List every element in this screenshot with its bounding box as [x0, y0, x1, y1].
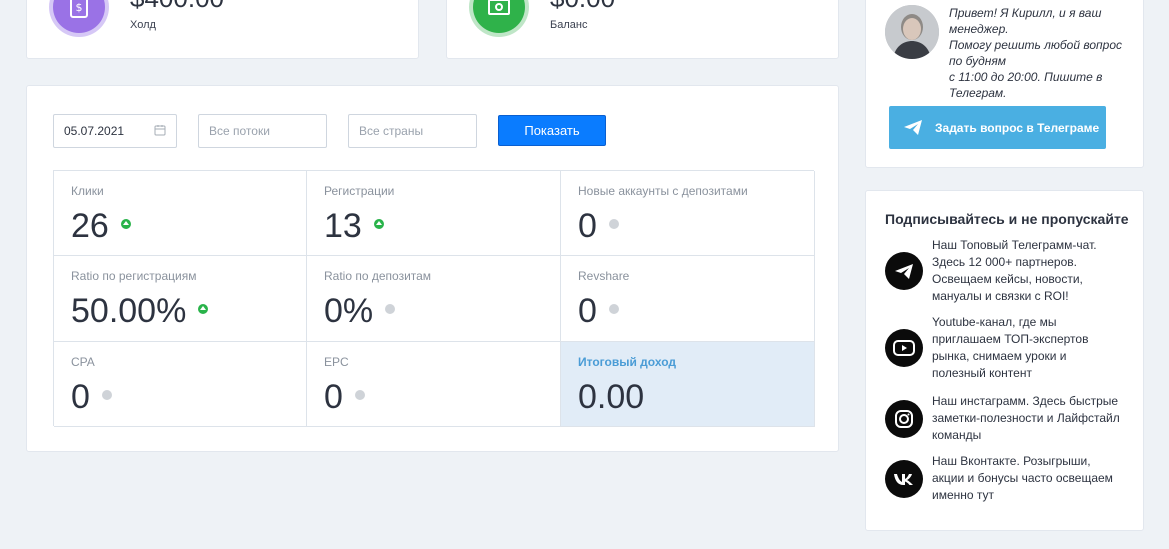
subscribe-line: команды: [932, 428, 982, 442]
stat-cell-revshare: Revshare 0: [561, 256, 815, 342]
stat-cell-registrations: Регистрации 13: [307, 171, 561, 256]
stat-label: Регистрации: [324, 184, 395, 198]
stat-label: Новые аккаунты с депозитами: [578, 184, 748, 198]
stat-label: Итоговый доход: [578, 355, 676, 369]
subscribe-line: заметки-полезности и Лайфстайл: [932, 411, 1120, 425]
subscribe-line: рынка, снимаем уроки и: [932, 349, 1067, 363]
telegram-icon: [904, 120, 922, 135]
manager-line: по будням: [949, 54, 1006, 68]
subscribe-line: Наш Топовый Телеграмм-чат.: [932, 238, 1097, 252]
calendar-icon: [154, 124, 166, 139]
stat-cell-new-deposit-accounts: Новые аккаунты с депозитами 0: [561, 171, 815, 256]
subscribe-line: Youtube-канал, где мы: [932, 315, 1057, 329]
stat-value: 0: [71, 378, 90, 416]
stat-value: 26: [71, 207, 109, 245]
balance-label: Баланс: [550, 19, 588, 31]
hold-value: $400.00: [130, 0, 224, 11]
ask-telegram-label: Задать вопрос в Телеграме: [935, 120, 1100, 135]
telegram-icon: [885, 252, 923, 290]
subscribe-line: полезный контент: [932, 366, 1032, 380]
stat-value: 13: [324, 207, 362, 245]
subscribe-text: Наш Топовый Телеграмм-чат. Здесь 12 000+…: [932, 237, 1097, 305]
hold-label: Холд: [130, 19, 156, 31]
stat-cell-total-income: Итоговый доход 0.00: [561, 342, 815, 427]
stat-cell-epc: EPC 0: [307, 342, 561, 427]
stat-cell-deposit-ratio: Ratio по депозитам 0%: [307, 256, 561, 342]
trend-up-icon: [120, 219, 131, 229]
stat-label: CPA: [71, 355, 95, 369]
date-value: 05.07.2021: [64, 124, 125, 138]
subscribe-card: Подписывайтесь и не пропускайте Наш Топо…: [865, 190, 1144, 531]
trend-neutral-icon: [101, 390, 112, 400]
subscribe-text: Наш инстаграмм. Здесь быстрые заметки-по…: [932, 393, 1120, 444]
trend-up-icon: [198, 304, 209, 314]
vk-icon: [885, 459, 923, 498]
stat-cell-registration-ratio: Ratio по регистрациям 50.00%: [54, 256, 307, 342]
manager-line: с 11:00 до 20:00. Пишите в: [949, 70, 1103, 84]
countries-select[interactable]: [348, 114, 477, 148]
trend-up-icon: [373, 219, 384, 229]
stat-value: 0: [578, 292, 597, 330]
subscribe-item-instagram[interactable]: Наш инстаграмм. Здесь быстрые заметки-по…: [885, 393, 1135, 444]
subscribe-title: Подписывайтесь и не пропускайте: [885, 211, 1129, 227]
manager-line: Привет! Я Кирилл, и я ваш: [949, 6, 1102, 20]
subscribe-line: мануалы и связки с ROI!: [932, 289, 1069, 303]
wallet-icon: $: [53, 0, 105, 33]
avatar: [885, 5, 939, 59]
subscribe-line: приглашаем ТОП-экспертов: [932, 332, 1089, 346]
subscribe-line: акции и бонусы часто освещаем: [932, 471, 1113, 485]
manager-card: Привет! Я Кирилл, и я ваш менеджер. Помо…: [865, 0, 1144, 168]
stat-value: 0: [578, 207, 597, 245]
show-button[interactable]: Показать: [498, 115, 606, 146]
trend-neutral-icon: [608, 219, 619, 229]
stat-cell-cpa: CPA 0: [54, 342, 307, 427]
stats-card: 05.07.2021 Показать Клики 26 Регистрации…: [26, 85, 839, 452]
subscribe-text: Youtube-канал, где мы приглашаем ТОП-экс…: [932, 314, 1088, 382]
money-icon: [473, 0, 525, 33]
manager-message: Привет! Я Кирилл, и я ваш менеджер. Помо…: [949, 5, 1139, 101]
subscribe-text: Наш Вконтакте. Розыгрыши, акции и бонусы…: [932, 453, 1113, 504]
hold-card: $ $400.00 Холд: [26, 0, 419, 59]
subscribe-line: Наш инстаграмм. Здесь быстрые: [932, 394, 1119, 408]
stat-value: 0: [324, 378, 343, 416]
stat-label: EPC: [324, 355, 349, 369]
stat-label: Ratio по регистрациям: [71, 269, 197, 283]
subscribe-line: Здесь 12 000+ партнеров.: [932, 255, 1077, 269]
stat-cell-clicks: Клики 26: [54, 171, 307, 256]
subscribe-item-vk[interactable]: Наш Вконтакте. Розыгрыши, акции и бонусы…: [885, 453, 1135, 504]
svg-text:$: $: [76, 1, 83, 14]
trend-neutral-icon: [354, 390, 365, 400]
stat-value: 0.00: [578, 378, 645, 416]
trend-neutral-icon: [385, 304, 396, 314]
stat-label: Ratio по депозитам: [324, 269, 432, 283]
manager-line: менеджер.: [949, 22, 1009, 36]
manager-line: Телеграм.: [949, 86, 1007, 100]
flows-select[interactable]: [198, 114, 327, 148]
stat-label: Revshare: [578, 269, 630, 283]
balance-card: $0.00 Баланс: [446, 0, 839, 59]
stat-value: 0%: [324, 292, 374, 330]
ask-telegram-button[interactable]: Задать вопрос в Телеграме: [889, 106, 1106, 149]
subscribe-item-telegram[interactable]: Наш Топовый Телеграмм-чат. Здесь 12 000+…: [885, 237, 1135, 305]
youtube-icon: [885, 329, 923, 367]
subscribe-line: Освещаем кейсы, новости,: [932, 272, 1083, 286]
stats-grid: Клики 26 Регистрации 13 Новые аккаунты с…: [53, 170, 815, 427]
manager-line: Помогу решить любой вопрос: [949, 38, 1122, 52]
subscribe-line: Наш Вконтакте. Розыгрыши,: [932, 454, 1091, 468]
instagram-icon: [885, 399, 923, 438]
subscribe-item-youtube[interactable]: Youtube-канал, где мы приглашаем ТОП-экс…: [885, 314, 1135, 382]
subscribe-line: именно тут: [932, 488, 995, 502]
trend-neutral-icon: [608, 304, 619, 314]
stat-label: Клики: [71, 184, 104, 198]
date-field[interactable]: 05.07.2021: [53, 114, 177, 148]
stat-value: 50.00%: [71, 292, 187, 330]
balance-value: $0.00: [550, 0, 615, 11]
